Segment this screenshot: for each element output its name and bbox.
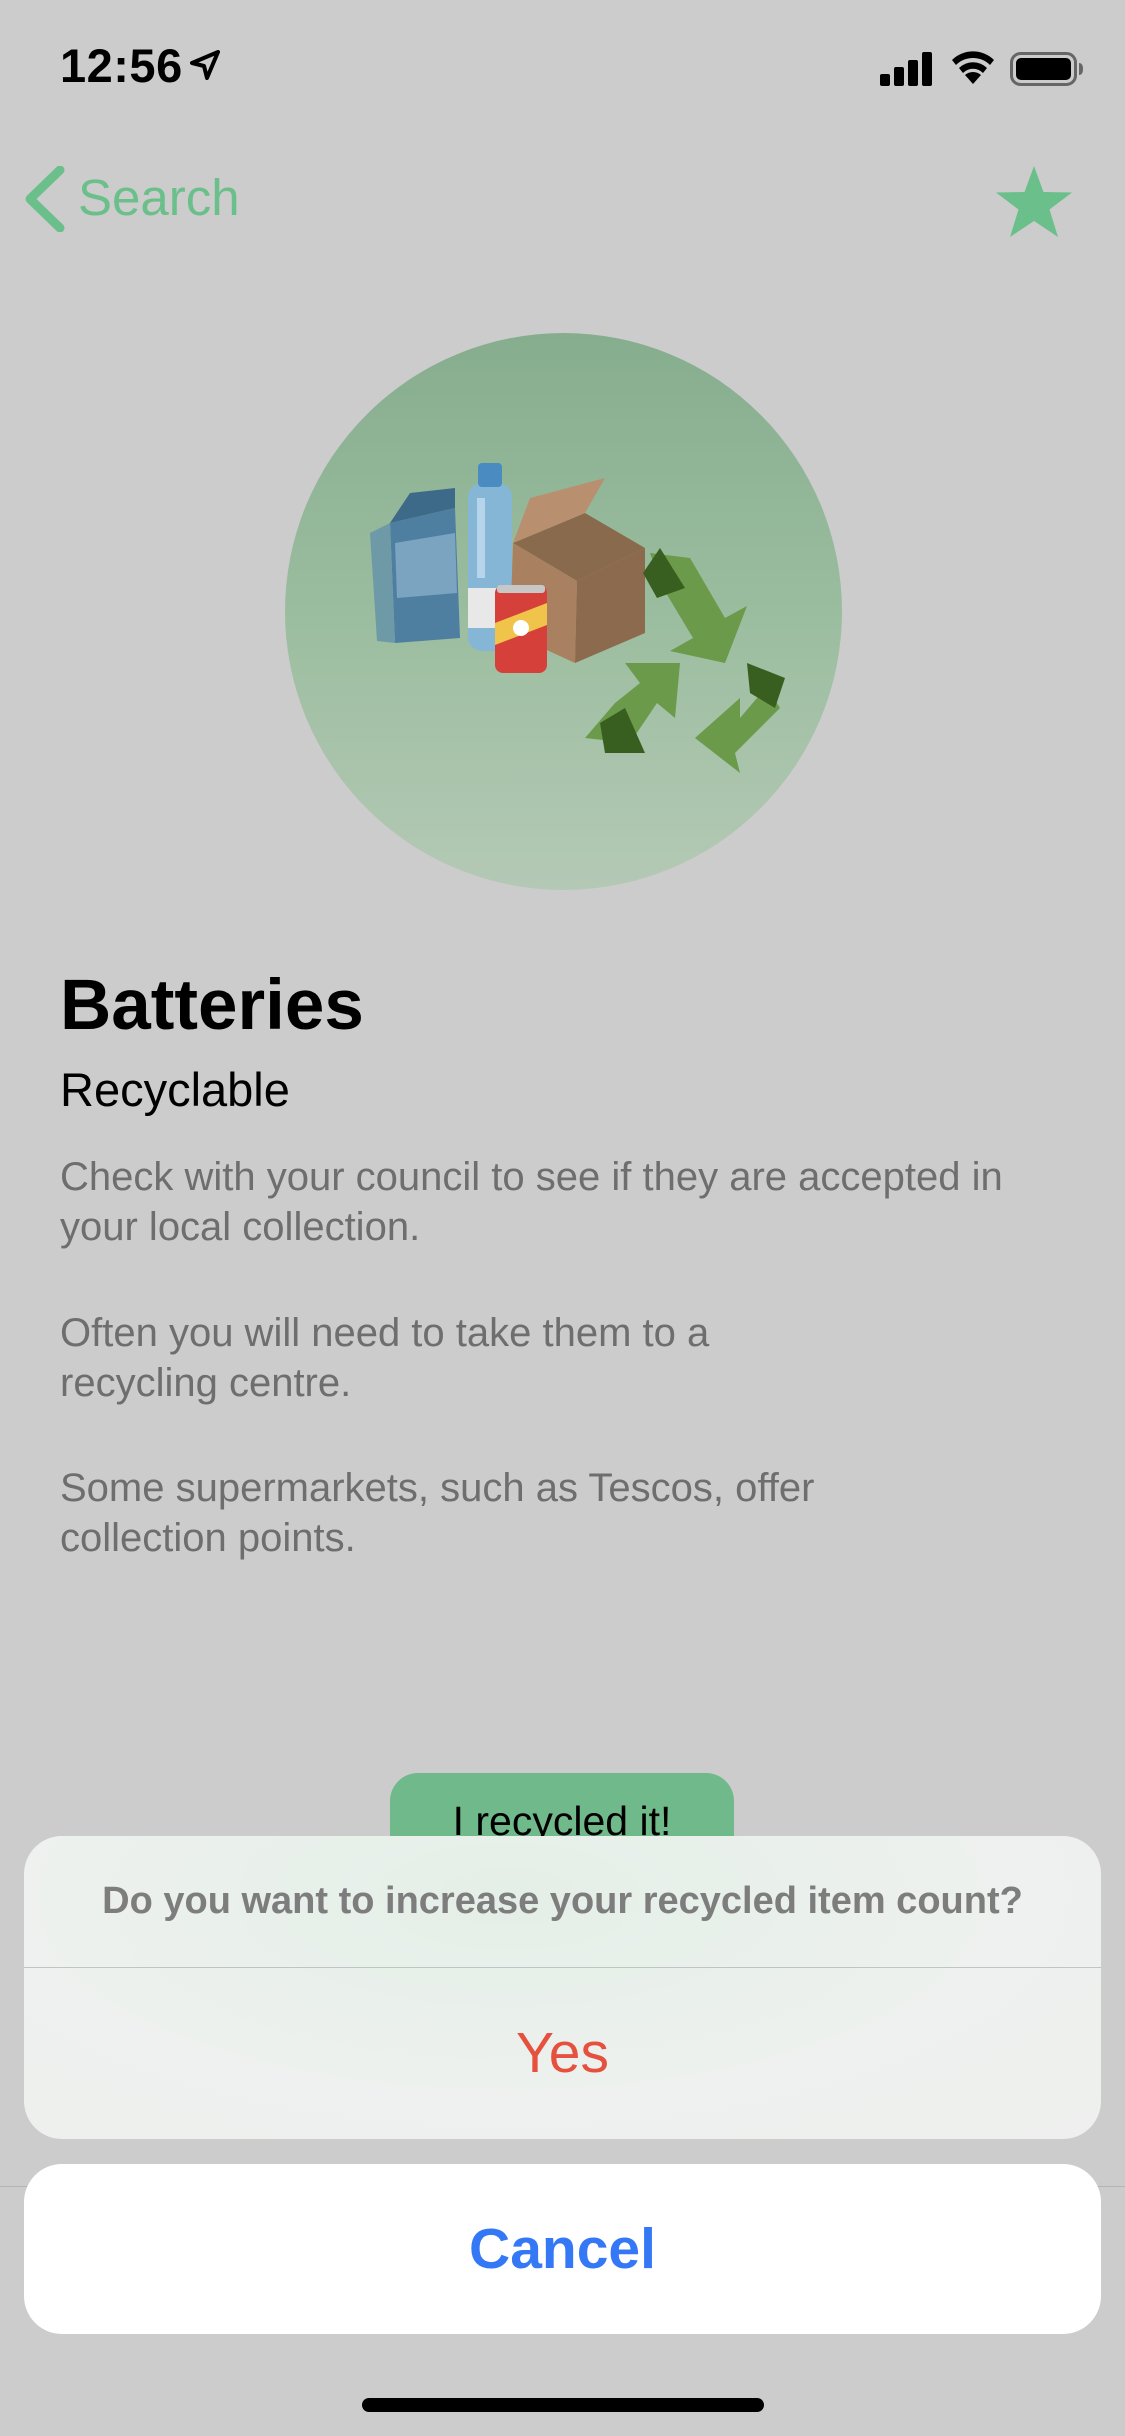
info-paragraph-1: Check with your council to see if they a… — [60, 1155, 1003, 1249]
location-arrow-icon — [190, 50, 220, 85]
recyclable-status: Recyclable — [60, 1063, 290, 1116]
action-sheet-message: Do you want to increase your recycled it… — [102, 1880, 1023, 1922]
battery-icon — [1010, 52, 1084, 91]
home-indicator[interactable] — [362, 2398, 764, 2412]
back-button[interactable]: Search — [78, 168, 240, 227]
wifi-icon — [950, 48, 996, 89]
info-paragraph-2: Often you will need to take them to a re… — [60, 1311, 710, 1405]
star-icon[interactable] — [994, 166, 1074, 243]
cellular-signal-icon — [880, 52, 934, 91]
status-time: 12:56 — [60, 39, 183, 92]
chevron-left-icon[interactable] — [24, 165, 66, 237]
recycling-illustration — [285, 333, 842, 890]
soda-can-icon — [495, 585, 547, 673]
milk-carton-icon — [370, 488, 460, 643]
item-title: Batteries — [60, 966, 364, 1045]
yes-button[interactable]: Yes — [24, 1968, 1101, 2139]
action-sheet: Do you want to increase your recycled it… — [24, 1836, 1101, 2139]
cancel-button[interactable]: Cancel — [24, 2164, 1101, 2334]
info-paragraph-3: Some supermarkets, such as Tescos, offer… — [60, 1466, 815, 1560]
